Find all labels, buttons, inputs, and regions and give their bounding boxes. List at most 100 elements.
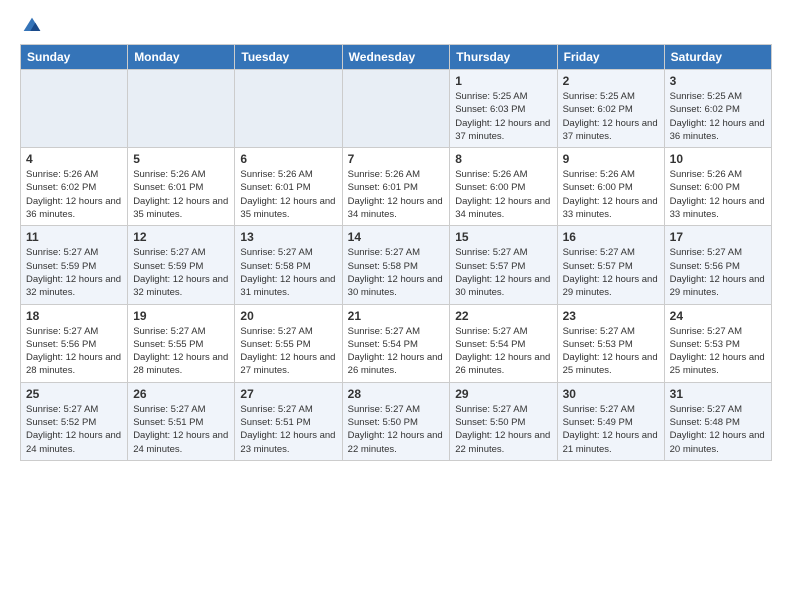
- day-header-friday: Friday: [557, 45, 664, 70]
- day-info: Sunrise: 5:27 AM Sunset: 5:58 PM Dayligh…: [348, 246, 445, 299]
- day-number: 1: [455, 74, 551, 88]
- logo: [20, 16, 42, 36]
- day-number: 4: [26, 152, 122, 166]
- day-number: 25: [26, 387, 122, 401]
- calendar-cell: 23Sunrise: 5:27 AM Sunset: 5:53 PM Dayli…: [557, 304, 664, 382]
- day-number: 22: [455, 309, 551, 323]
- day-header-saturday: Saturday: [664, 45, 771, 70]
- day-info: Sunrise: 5:27 AM Sunset: 5:59 PM Dayligh…: [133, 246, 229, 299]
- calendar-cell: 10 Sunrise: 5:26 AM Sunset: 6:00 PM Dayli…: [664, 148, 771, 226]
- day-number: 28: [348, 387, 445, 401]
- day-number: 27: [240, 387, 336, 401]
- day-info: Sunrise: 5:26 AM Sunset: 6:00 PM Dayligh…: [455, 168, 551, 221]
- calendar-table: SundayMondayTuesdayWednesdayThursdayFrid…: [20, 44, 772, 461]
- day-info: Sunrise: 5:27 AM Sunset: 5:56 PM Dayligh…: [670, 246, 766, 299]
- calendar-cell: 18 Sunrise: 5:27 AM Sunset: 5:56 PM Dayli…: [21, 304, 128, 382]
- calendar-cell: 30 Sunrise: 5:27 AM Sunset: 5:49 PM Dayli…: [557, 382, 664, 460]
- calendar-cell: 11 Sunrise: 5:27 AM Sunset: 5:59 PM Dayli…: [21, 226, 128, 304]
- day-number: 5: [133, 152, 229, 166]
- day-number: 13: [240, 230, 336, 244]
- calendar-week-row: 25 Sunrise: 5:27 AM Sunset: 5:52 PM Dayli…: [21, 382, 772, 460]
- day-header-tuesday: Tuesday: [235, 45, 342, 70]
- day-info: Sunrise: 5:27 AM Sunset: 5:54 PM Dayligh…: [455, 325, 551, 378]
- day-info: Sunrise: 5:26 AM Sunset: 6:02 PM Dayligh…: [26, 168, 122, 221]
- day-number: 19: [133, 309, 229, 323]
- calendar-cell: [342, 70, 450, 148]
- day-number: 31: [670, 387, 766, 401]
- calendar-week-row: 11 Sunrise: 5:27 AM Sunset: 5:59 PM Dayli…: [21, 226, 772, 304]
- day-info: Sunrise: 5:26 AM Sunset: 6:01 PM Dayligh…: [240, 168, 336, 221]
- calendar-cell: [128, 70, 235, 148]
- calendar-cell: 14Sunrise: 5:27 AM Sunset: 5:58 PM Dayli…: [342, 226, 450, 304]
- calendar-cell: 22 Sunrise: 5:27 AM Sunset: 5:54 PM Dayli…: [450, 304, 557, 382]
- calendar-cell: 6 Sunrise: 5:26 AM Sunset: 6:01 PM Daylig…: [235, 148, 342, 226]
- day-header-sunday: Sunday: [21, 45, 128, 70]
- calendar-cell: 19 Sunrise: 5:27 AM Sunset: 5:55 PM Dayli…: [128, 304, 235, 382]
- day-header-monday: Monday: [128, 45, 235, 70]
- day-info: Sunrise: 5:27 AM Sunset: 5:53 PM Dayligh…: [670, 325, 766, 378]
- logo-icon: [22, 16, 42, 36]
- day-number: 21: [348, 309, 445, 323]
- calendar-cell: 24 Sunrise: 5:27 AM Sunset: 5:53 PM Dayli…: [664, 304, 771, 382]
- day-header-thursday: Thursday: [450, 45, 557, 70]
- day-info: Sunrise: 5:27 AM Sunset: 5:49 PM Dayligh…: [563, 403, 659, 456]
- day-info: Sunrise: 5:25 AM Sunset: 6:03 PM Dayligh…: [455, 90, 551, 143]
- day-info: Sunrise: 5:26 AM Sunset: 6:01 PM Dayligh…: [133, 168, 229, 221]
- calendar-cell: 13Sunrise: 5:27 AM Sunset: 5:58 PM Dayli…: [235, 226, 342, 304]
- calendar-cell: 5 Sunrise: 5:26 AM Sunset: 6:01 PM Daylig…: [128, 148, 235, 226]
- calendar-cell: 29Sunrise: 5:27 AM Sunset: 5:50 PM Dayli…: [450, 382, 557, 460]
- calendar-cell: 12 Sunrise: 5:27 AM Sunset: 5:59 PM Dayli…: [128, 226, 235, 304]
- day-info: Sunrise: 5:27 AM Sunset: 5:50 PM Dayligh…: [348, 403, 445, 456]
- day-number: 10: [670, 152, 766, 166]
- day-number: 9: [563, 152, 659, 166]
- day-info: Sunrise: 5:26 AM Sunset: 6:00 PM Dayligh…: [563, 168, 659, 221]
- day-number: 18: [26, 309, 122, 323]
- calendar-cell: 2 Sunrise: 5:25 AM Sunset: 6:02 PM Daylig…: [557, 70, 664, 148]
- day-number: 26: [133, 387, 229, 401]
- day-info: Sunrise: 5:25 AM Sunset: 6:02 PM Dayligh…: [670, 90, 766, 143]
- calendar-cell: 4 Sunrise: 5:26 AM Sunset: 6:02 PM Daylig…: [21, 148, 128, 226]
- day-info: Sunrise: 5:27 AM Sunset: 5:48 PM Dayligh…: [670, 403, 766, 456]
- day-info: Sunrise: 5:27 AM Sunset: 5:55 PM Dayligh…: [240, 325, 336, 378]
- day-number: 17: [670, 230, 766, 244]
- day-number: 8: [455, 152, 551, 166]
- page-header: [20, 16, 772, 36]
- calendar-cell: 20 Sunrise: 5:27 AM Sunset: 5:55 PM Dayli…: [235, 304, 342, 382]
- day-info: Sunrise: 5:27 AM Sunset: 5:52 PM Dayligh…: [26, 403, 122, 456]
- calendar-cell: 16Sunrise: 5:27 AM Sunset: 5:57 PM Dayli…: [557, 226, 664, 304]
- day-info: Sunrise: 5:27 AM Sunset: 5:59 PM Dayligh…: [26, 246, 122, 299]
- day-number: 7: [348, 152, 445, 166]
- day-info: Sunrise: 5:27 AM Sunset: 5:51 PM Dayligh…: [133, 403, 229, 456]
- day-info: Sunrise: 5:26 AM Sunset: 6:01 PM Dayligh…: [348, 168, 445, 221]
- day-info: Sunrise: 5:27 AM Sunset: 5:55 PM Dayligh…: [133, 325, 229, 378]
- day-info: Sunrise: 5:27 AM Sunset: 5:51 PM Dayligh…: [240, 403, 336, 456]
- calendar-week-row: 4 Sunrise: 5:26 AM Sunset: 6:02 PM Daylig…: [21, 148, 772, 226]
- day-number: 20: [240, 309, 336, 323]
- day-number: 12: [133, 230, 229, 244]
- day-header-wednesday: Wednesday: [342, 45, 450, 70]
- day-number: 24: [670, 309, 766, 323]
- calendar-header-row: SundayMondayTuesdayWednesdayThursdayFrid…: [21, 45, 772, 70]
- day-number: 2: [563, 74, 659, 88]
- day-info: Sunrise: 5:27 AM Sunset: 5:56 PM Dayligh…: [26, 325, 122, 378]
- calendar-cell: 21Sunrise: 5:27 AM Sunset: 5:54 PM Dayli…: [342, 304, 450, 382]
- day-info: Sunrise: 5:26 AM Sunset: 6:00 PM Dayligh…: [670, 168, 766, 221]
- calendar-cell: [21, 70, 128, 148]
- day-number: 15: [455, 230, 551, 244]
- day-info: Sunrise: 5:25 AM Sunset: 6:02 PM Dayligh…: [563, 90, 659, 143]
- day-number: 6: [240, 152, 336, 166]
- day-number: 30: [563, 387, 659, 401]
- calendar-cell: 25 Sunrise: 5:27 AM Sunset: 5:52 PM Dayli…: [21, 382, 128, 460]
- day-info: Sunrise: 5:27 AM Sunset: 5:53 PM Dayligh…: [563, 325, 659, 378]
- day-number: 11: [26, 230, 122, 244]
- calendar-cell: 26 Sunrise: 5:27 AM Sunset: 5:51 PM Dayli…: [128, 382, 235, 460]
- calendar-week-row: 1 Sunrise: 5:25 AM Sunset: 6:03 PM Daylig…: [21, 70, 772, 148]
- calendar-cell: 17 Sunrise: 5:27 AM Sunset: 5:56 PM Dayli…: [664, 226, 771, 304]
- calendar-cell: 1 Sunrise: 5:25 AM Sunset: 6:03 PM Daylig…: [450, 70, 557, 148]
- day-number: 3: [670, 74, 766, 88]
- calendar-week-row: 18 Sunrise: 5:27 AM Sunset: 5:56 PM Dayli…: [21, 304, 772, 382]
- calendar-cell: 15Sunrise: 5:27 AM Sunset: 5:57 PM Dayli…: [450, 226, 557, 304]
- calendar-cell: [235, 70, 342, 148]
- day-number: 16: [563, 230, 659, 244]
- calendar-cell: 3 Sunrise: 5:25 AM Sunset: 6:02 PM Daylig…: [664, 70, 771, 148]
